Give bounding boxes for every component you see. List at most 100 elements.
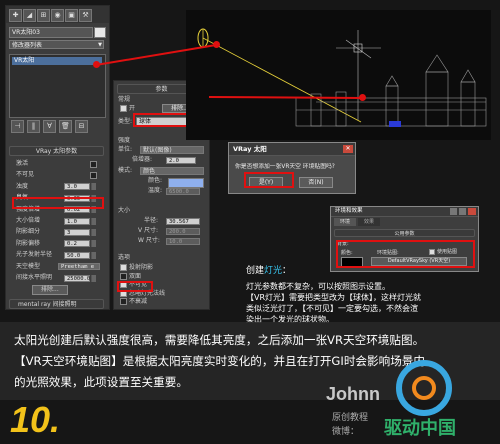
chevron-down-icon: ▼ [98,42,102,48]
sun-param-label: 大小倍增 [16,217,41,224]
highlight-dot-viewport-1 [213,41,220,48]
sun-param-row: 阴影偏移 [16,240,40,248]
common-params-rollout[interactable]: 公用参数 [334,229,475,237]
modifier-list-label: 修改器列表 [12,42,43,49]
sun-param-label: 间接水平照明 [16,274,53,281]
motion-tab-icon[interactable]: ◉ [51,9,64,22]
temperature-spinner[interactable]: 6500.0 [166,188,200,195]
sun-param-row: 大小倍增 [16,217,40,225]
stack-item-vr-sun[interactable]: VR太阳 [12,57,102,65]
dialog-no-button[interactable]: 否(N) [299,177,333,188]
spinner-arrows-icon[interactable] [91,183,96,191]
castle-model [295,54,487,127]
half-length-spinner[interactable]: 30.567 [166,218,200,225]
sun-param-row: 光子发射半径 [16,251,52,259]
caption-line-1: 太阳光创建后默认强度很高，需要降低其亮度，之后添加一张VR天空环境贴图。 [14,333,425,347]
command-panel-tabs: ✚ ◢ ⊞ ◉ ▣ ⚒ [6,6,109,23]
viewport[interactable] [186,10,491,140]
v-size-spinner[interactable]: 200.0 [166,228,200,235]
spinner-arrows-icon[interactable] [91,240,96,248]
multiplier-label: 倍增器: [132,156,153,163]
type-label: 类型: [118,118,133,125]
sun-param-label: 激活 [16,160,29,167]
option-check-icon [120,272,127,280]
pin-stack-icon[interactable]: ⊣ [11,120,24,133]
watermark-site: 驱动中国 [384,418,456,439]
option-checkbox[interactable]: 不衰减 [120,298,147,306]
maximize-icon[interactable] [459,208,466,215]
sun-param-spinner[interactable]: 0.2 [64,240,90,248]
sun-param-spinner[interactable]: 1.0 [64,217,90,225]
sun-param-spinner[interactable]: 3 [64,228,90,236]
options-group-label: 选项 [118,254,131,261]
spinner-arrows-icon[interactable] [91,217,96,225]
mode-dropdown[interactable]: 颜色 [140,167,204,175]
on-checkbox[interactable]: 开 [120,105,135,113]
sun-param-row: 间接水平照明 [16,274,52,282]
show-end-result-icon[interactable]: ‖ [27,120,40,133]
mental-ray-rollout[interactable]: mental ray 间接照明 [9,299,104,309]
sun-param-row: 浊度 [16,183,28,191]
dialog-close-button[interactable]: ✕ [343,145,353,153]
modify-tab-icon[interactable]: ◢ [23,9,36,22]
option-checkbox[interactable]: 双面 [120,272,142,281]
sun-param-label: 不可见 [16,171,35,179]
multiplier-spinner[interactable]: 2.0 [166,157,196,164]
hierarchy-tab-icon[interactable]: ⊞ [37,9,50,22]
tab-environment[interactable]: 环境 [334,218,356,226]
configure-sets-icon[interactable]: ⊟ [75,120,88,133]
sun-param-label[interactable]: 排除... [32,285,68,296]
object-color-swatch[interactable] [94,27,106,38]
option-check-icon [120,298,127,306]
watermark-brand: Johnn [326,384,380,404]
remove-modifier-icon[interactable]: 🗑 [59,120,72,133]
tab-effects[interactable]: 效果 [358,218,380,226]
watermark-logo-icon [396,360,452,416]
option-checkbox[interactable]: 投射阴影 [120,264,153,272]
unit-value: 默认(图像) [143,147,172,154]
v-size-label: V 尺寸: [138,227,159,234]
minimize-icon[interactable] [450,208,457,215]
unit-dropdown[interactable]: 默认(图像) [140,146,204,154]
sun-param-spinner[interactable]: 25000.0 [64,274,90,282]
sun-param-row: 排除... [32,285,68,296]
utilities-tab-icon[interactable]: ⚒ [79,9,92,22]
object-name-field[interactable]: VR太阳03 [9,27,93,38]
mode-value: 颜色 [143,168,156,175]
half-length-label: 半径: [144,217,159,224]
w-size-spinner[interactable]: 10.0 [166,238,200,245]
sky-model-dropdown[interactable]: Preetham e [58,263,100,271]
caption-line-2: 【VR天空环境贴图】是根据太阳亮度实时变化的，并且在打开GI时会影响场景内 [14,354,425,368]
sun-param-spinner[interactable]: 3.0 [64,183,90,191]
env-window-buttons [450,208,476,215]
sun-param-spinner[interactable]: 50.0 [64,251,90,259]
spinner-arrows-icon[interactable] [91,251,96,259]
modifier-list-dropdown[interactable]: 修改器列表 ▼ [9,40,104,49]
sun-param-checkbox[interactable] [90,161,97,168]
highlight-invisible-box [117,281,153,292]
temperature-label: 温度: [148,187,163,194]
create-tab-icon[interactable]: ✚ [9,9,22,22]
sun-param-row: 阴影细分 [16,228,40,236]
spinner-arrows-icon[interactable] [91,228,96,236]
highlight-intensity-box [12,197,104,209]
unit-label: 单位: [118,146,133,153]
spinner-arrows-icon[interactable] [91,274,96,282]
size-group-label: 大小 [118,207,131,214]
vray-sun-params-rollout[interactable]: VRay 太阳参数 [9,146,104,156]
highlight-dot-stack [93,61,100,68]
general-group-label: 常规 [118,96,131,103]
sun-param-label: 天空模型 [16,262,41,270]
sun-direction-line [202,37,362,123]
sun-param-checkbox[interactable] [90,172,97,180]
light-color-swatch[interactable] [168,178,204,188]
display-tab-icon[interactable]: ▣ [65,9,78,22]
option-label: 双面 [129,272,142,280]
dialog-message: 你是否想添加一张VR天空 环境贴图吗? [235,164,335,170]
close-icon[interactable] [468,208,476,215]
option-label: 投射阴影 [129,264,154,271]
option-check-icon [120,264,127,271]
sun-param-row: 天空模型 [16,263,40,271]
note-line-1: 灯光参数都不复杂，可以按照图示设置。 [246,282,390,291]
make-unique-icon[interactable]: ∀ [43,120,56,133]
